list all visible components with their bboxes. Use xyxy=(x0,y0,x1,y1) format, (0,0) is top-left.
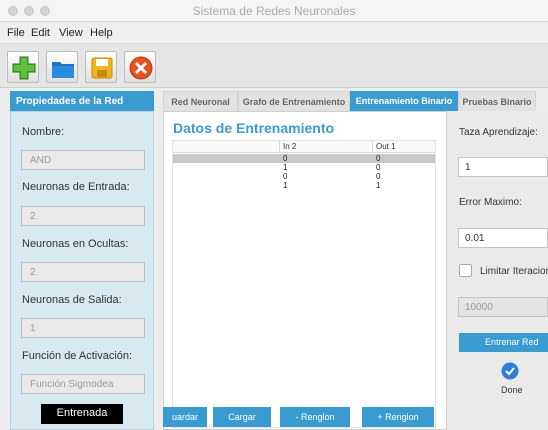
nombre-label: Nombre: xyxy=(22,126,65,138)
folder-icon xyxy=(52,62,74,78)
train-button[interactable]: Entrenar Red xyxy=(459,333,548,352)
exit-button[interactable] xyxy=(124,51,156,83)
learning-rate-label: Taza Aprendizaje: xyxy=(459,127,538,138)
entrada-label: Neuronas de Entrada: xyxy=(22,181,130,193)
menu-view[interactable]: View xyxy=(59,27,83,39)
training-data-title: Datos de Entrenamiento xyxy=(173,120,335,136)
save-button[interactable] xyxy=(85,51,117,83)
cell-out1[interactable]: 0 xyxy=(376,163,380,172)
ocultas-field[interactable]: 2 xyxy=(21,262,145,282)
iterations-field[interactable]: 10000 xyxy=(458,297,548,317)
save-icon xyxy=(91,57,113,79)
window-title: Sistema de Redes Neuronales xyxy=(192,4,356,18)
nombre-field[interactable]: AND xyxy=(21,150,145,170)
tab-pruebas-binario[interactable]: Pruebas Binario xyxy=(458,91,536,111)
menu-help[interactable]: Help xyxy=(90,27,113,39)
status-badge: Entrenada xyxy=(41,404,123,424)
max-error-label: Error Maximo: xyxy=(459,197,522,208)
header-in2: In 2 xyxy=(283,142,297,151)
tab-grafo-entrenamiento[interactable]: Grafo de Entrenamiento xyxy=(238,91,350,111)
cell-out1[interactable]: 0 xyxy=(376,172,380,181)
cell-in2[interactable]: 1 xyxy=(283,181,287,190)
training-table[interactable]: In 2 Out 1 0 0 1 0 0 0 1 1 xyxy=(172,140,436,428)
open-button[interactable] xyxy=(46,51,78,83)
header-out1: Out 1 xyxy=(376,142,396,151)
salida-label: Neuronas de Salida: xyxy=(22,294,122,306)
menu-bar: File Edit View Help xyxy=(0,22,548,44)
cell-out1[interactable]: 1 xyxy=(376,181,380,190)
checkmark-icon xyxy=(501,362,519,380)
properties-tab[interactable]: Propiedades de la Red xyxy=(10,91,154,111)
table-row[interactable]: 0 0 xyxy=(173,154,435,163)
entrada-field[interactable]: 2 xyxy=(21,206,145,226)
cargar-button[interactable]: Cargar xyxy=(213,407,271,427)
toolbar xyxy=(0,44,548,88)
table-row[interactable]: 0 0 xyxy=(173,172,435,181)
activacion-field[interactable]: Función Sigmodea xyxy=(21,374,145,394)
remove-row-button[interactable]: - Renglon xyxy=(280,407,350,427)
cell-in2[interactable]: 0 xyxy=(283,154,287,163)
title-bar: Sistema de Redes Neuronales xyxy=(0,0,548,22)
guardar-button[interactable]: uardar xyxy=(163,407,207,427)
tab-red-neuronal[interactable]: Red Neuronal xyxy=(163,91,238,111)
limit-iterations-label: Limitar Iteraciones xyxy=(480,266,548,277)
tab-entrenamiento-binario[interactable]: Entrenamiento Binario xyxy=(350,91,458,111)
cell-in2[interactable]: 1 xyxy=(283,163,287,172)
menu-edit[interactable]: Edit xyxy=(31,27,50,39)
menu-file[interactable]: File xyxy=(7,27,25,39)
column-divider xyxy=(372,141,373,153)
cell-in2[interactable]: 0 xyxy=(283,172,287,181)
add-icon xyxy=(12,56,36,80)
max-error-field[interactable]: 0.01 xyxy=(458,228,548,248)
new-network-button[interactable] xyxy=(7,51,39,83)
table-row[interactable]: 1 0 xyxy=(173,163,435,172)
add-row-button[interactable]: + Renglon xyxy=(362,407,434,427)
limit-iterations-checkbox[interactable] xyxy=(459,264,472,277)
table-row[interactable]: 1 1 xyxy=(173,181,435,190)
cell-out1[interactable]: 0 xyxy=(376,154,380,163)
table-header: In 2 Out 1 xyxy=(173,141,435,153)
salida-field[interactable]: 1 xyxy=(21,318,145,338)
learning-rate-field[interactable]: 1 xyxy=(458,157,548,177)
done-label: Done xyxy=(501,385,523,395)
activacion-label: Función de Activación: xyxy=(22,350,133,362)
column-divider xyxy=(279,141,280,153)
close-icon xyxy=(129,56,153,80)
ocultas-label: Neuronas en Ocultas: xyxy=(22,238,129,250)
